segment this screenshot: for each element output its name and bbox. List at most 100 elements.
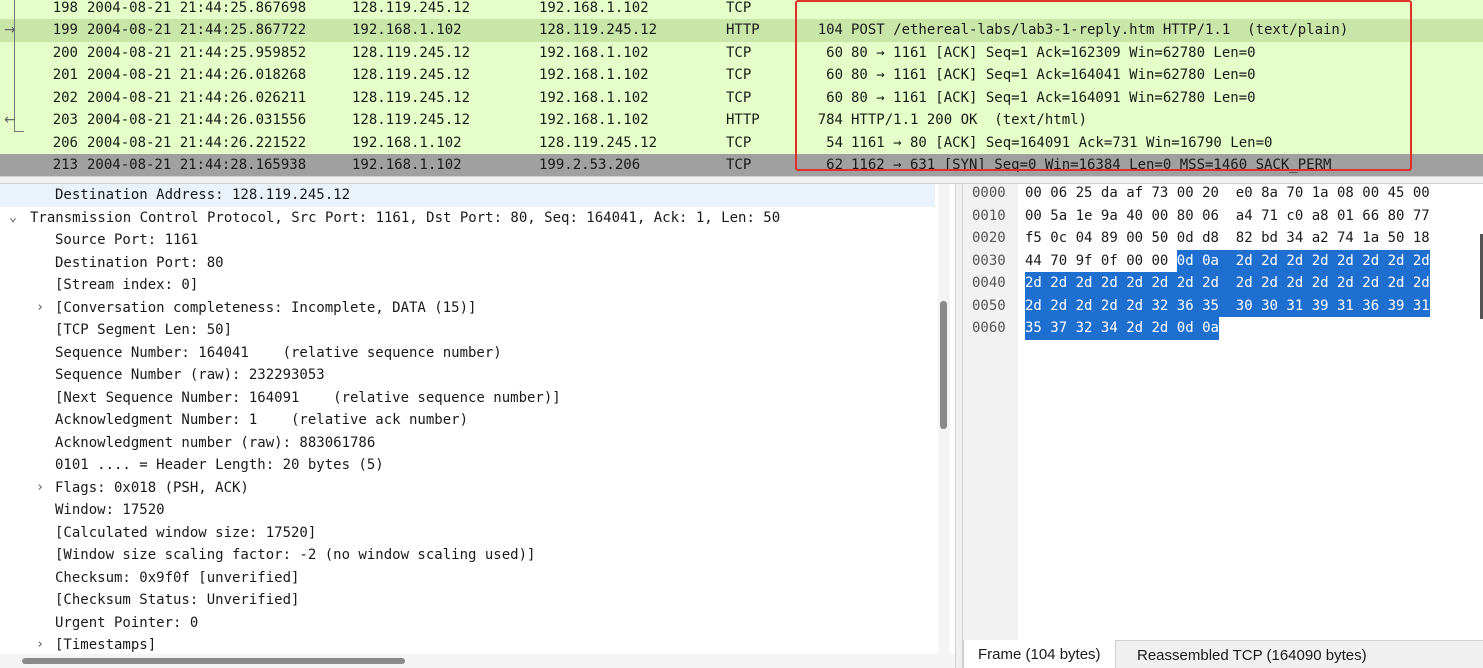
details-tree-item[interactable]: 0101 .... = Header Length: 20 bytes (5) <box>0 454 935 477</box>
byte-cell[interactable]: 00 <box>1025 205 1042 228</box>
byte-cell[interactable]: 2d <box>1202 272 1219 295</box>
details-tree-item[interactable]: Sequence Number: 164041 (relative sequen… <box>0 342 935 365</box>
byte-cell[interactable]: 2d <box>1151 272 1169 295</box>
byte-cell[interactable]: 00 <box>1151 250 1168 273</box>
byte-cell[interactable]: 2d <box>1336 272 1354 295</box>
byte-cell[interactable]: bd <box>1261 227 1278 250</box>
details-tree-item[interactable]: Urgent Pointer: 0 <box>0 612 935 635</box>
byte-cell[interactable]: 2d <box>1176 272 1194 295</box>
byte-cell[interactable]: c0 <box>1286 205 1303 228</box>
byte-cell[interactable]: 0d <box>1176 317 1194 340</box>
byte-cell[interactable]: 00 <box>1413 184 1430 205</box>
byte-cell[interactable]: 1e <box>1076 205 1093 228</box>
byte-cell[interactable]: 0d <box>1176 249 1194 272</box>
byte-cell[interactable]: 30 <box>1235 294 1253 317</box>
details-tree-item[interactable]: › [Conversation completeness: Incomplete,… <box>0 297 935 320</box>
byte-cell[interactable]: 39 <box>1311 294 1329 317</box>
tab-reassembled-tcp[interactable]: Reassembled TCP (164090 bytes) <box>1123 641 1381 668</box>
byte-cell[interactable]: 0c <box>1050 227 1067 250</box>
byte-cell[interactable]: 2d <box>1126 272 1144 295</box>
byte-cell[interactable]: 20 <box>1202 184 1219 205</box>
byte-cell[interactable]: a2 <box>1312 227 1329 250</box>
details-tree-item[interactable]: [Stream index: 0] <box>0 274 935 297</box>
byte-cell[interactable]: 9a <box>1101 205 1118 228</box>
byte-cell[interactable]: 2d <box>1362 272 1380 295</box>
byte-cell[interactable]: 2d <box>1025 272 1042 295</box>
byte-cell[interactable]: 80 <box>1177 205 1194 228</box>
byte-cell[interactable]: 35 <box>1202 294 1219 317</box>
byte-cell[interactable]: 80 <box>1388 205 1405 228</box>
byte-cell[interactable]: 45 <box>1388 184 1405 205</box>
details-tree-item[interactable]: Acknowledgment Number: 1 (relative ack n… <box>0 409 935 432</box>
details-horizontal-scrollbar[interactable] <box>0 654 955 668</box>
byte-cell[interactable]: 0a <box>1202 249 1219 272</box>
details-tree-item[interactable]: ⌄ Transmission Control Protocol, Src Port… <box>0 207 935 230</box>
byte-cell[interactable]: 2d <box>1412 272 1430 295</box>
byte-cell[interactable]: 08 <box>1337 184 1354 205</box>
byte-cell[interactable]: 00 <box>1126 227 1143 250</box>
byte-cell[interactable]: 2d <box>1050 294 1068 317</box>
byte-cell[interactable]: 00 <box>1025 184 1042 205</box>
byte-cell[interactable]: af <box>1126 184 1143 205</box>
details-tree-item[interactable]: Checksum: 0x9f0f [unverified] <box>0 567 935 590</box>
byte-cell[interactable]: 2d <box>1075 272 1093 295</box>
details-tree-item[interactable]: Window: 17520 <box>0 499 935 522</box>
expanded-chevron-icon[interactable]: ⌄ <box>6 207 20 230</box>
byte-cell[interactable]: e0 <box>1236 184 1253 205</box>
byte-cell[interactable]: 70 <box>1050 250 1067 273</box>
byte-cell[interactable]: 2d <box>1100 272 1118 295</box>
collapsed-chevron-icon[interactable]: › <box>33 297 47 320</box>
byte-cell[interactable]: d8 <box>1202 227 1219 250</box>
byte-cell[interactable]: 8a <box>1261 184 1278 205</box>
byte-cell[interactable]: 1a <box>1362 227 1379 250</box>
byte-cell[interactable]: 2d <box>1412 249 1430 272</box>
byte-cell[interactable]: 2d <box>1126 294 1144 317</box>
byte-cell[interactable]: 00 <box>1362 184 1379 205</box>
byte-cell[interactable]: 50 <box>1388 227 1405 250</box>
byte-cell[interactable]: 32 <box>1075 317 1093 340</box>
tab-frame-bytes[interactable]: Frame (104 bytes) <box>963 640 1116 668</box>
byte-cell[interactable]: 73 <box>1151 184 1168 205</box>
byte-cell[interactable]: 0a <box>1202 317 1219 340</box>
byte-cell[interactable]: 2d <box>1025 294 1042 317</box>
byte-cell[interactable]: da <box>1101 184 1118 205</box>
byte-cell[interactable]: a4 <box>1236 205 1253 228</box>
details-vertical-scroll-thumb[interactable] <box>940 301 947 429</box>
byte-cell[interactable]: 2d <box>1336 249 1354 272</box>
byte-cell[interactable]: 89 <box>1101 227 1118 250</box>
byte-cell[interactable]: 35 <box>1025 317 1042 340</box>
pane-splitter-vertical[interactable] <box>955 184 963 668</box>
byte-cell[interactable]: 2d <box>1050 272 1068 295</box>
byte-cell[interactable]: 00 <box>1177 184 1194 205</box>
details-tree-item[interactable]: [Window size scaling factor: -2 (no wind… <box>0 544 935 567</box>
byte-cell[interactable]: 74 <box>1337 227 1354 250</box>
details-tree-item[interactable]: Sequence Number (raw): 232293053 <box>0 364 935 387</box>
byte-cell[interactable]: 2d <box>1235 249 1253 272</box>
byte-cell[interactable]: 37 <box>1050 317 1068 340</box>
byte-cell[interactable]: 04 <box>1076 227 1093 250</box>
details-tree-item[interactable]: Destination Address: 128.119.245.12 <box>0 184 935 207</box>
details-tree-item[interactable]: [Checksum Status: Unverified] <box>0 589 935 612</box>
byte-cell[interactable]: 06 <box>1202 205 1219 228</box>
byte-cell[interactable]: 2d <box>1311 272 1329 295</box>
byte-cell[interactable]: 71 <box>1261 205 1278 228</box>
byte-cell[interactable]: f5 <box>1025 227 1042 250</box>
byte-cell[interactable]: 2d <box>1387 272 1405 295</box>
byte-cell[interactable]: 2d <box>1075 294 1093 317</box>
byte-cell[interactable]: 2d <box>1261 249 1278 272</box>
byte-cell[interactable]: 2d <box>1362 249 1380 272</box>
byte-cell[interactable]: 31 <box>1336 294 1354 317</box>
byte-cell[interactable]: 01 <box>1337 205 1354 228</box>
byte-cell[interactable]: 36 <box>1362 294 1380 317</box>
byte-cell[interactable]: 44 <box>1025 250 1042 273</box>
byte-cell[interactable]: 39 <box>1387 294 1405 317</box>
byte-cell[interactable]: 31 <box>1286 294 1304 317</box>
byte-cell[interactable]: 0d <box>1177 227 1194 250</box>
byte-cell[interactable]: 2d <box>1387 249 1405 272</box>
details-tree-item[interactable]: [Calculated window size: 17520] <box>0 522 935 545</box>
collapsed-chevron-icon[interactable]: › <box>33 477 47 500</box>
details-vertical-scrollbar[interactable] <box>938 184 950 654</box>
byte-cell[interactable]: 2d <box>1151 317 1169 340</box>
details-tree-item[interactable]: Source Port: 1161 <box>0 229 935 252</box>
byte-cell[interactable]: 2d <box>1286 272 1304 295</box>
